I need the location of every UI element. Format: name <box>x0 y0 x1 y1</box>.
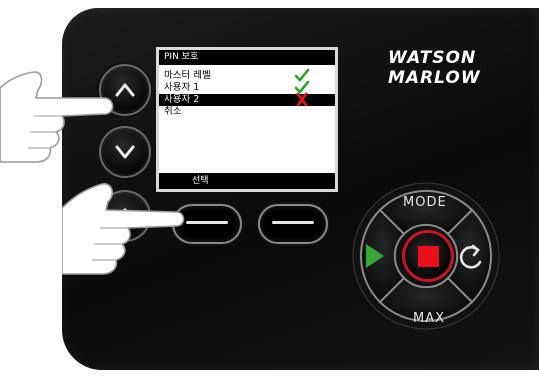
stop-icon <box>418 246 439 267</box>
menu-item-label: 취소 <box>164 106 182 117</box>
max-button[interactable]: MAX <box>413 311 445 326</box>
menu-item-label: 사용자 1 <box>164 82 200 93</box>
stop-button[interactable] <box>402 230 454 282</box>
pointing-hand-icon <box>0 71 114 163</box>
menu-item-label: 사용자 2 <box>164 94 200 105</box>
menu-item-label: 마스터 레벨 <box>164 70 211 81</box>
logo-line-2: MARLOW <box>388 68 481 88</box>
menu-item-user-2[interactable]: 사용자 2 <box>159 92 335 106</box>
logo-line-1: WATSON <box>388 48 477 68</box>
lcd-screen: PIN 보호 마스터 레벨 사용자 1 사용자 2 취소 선택 <box>156 47 338 192</box>
menu-list: 마스터 레벨 사용자 1 사용자 2 취소 <box>159 68 335 118</box>
watson-marlow-logo: WATSON MARLOW <box>388 48 500 88</box>
mode-button[interactable]: MODE <box>403 195 447 210</box>
soft-key-right[interactable] <box>258 204 328 244</box>
softkey-label-select: 선택 <box>192 176 209 186</box>
screen-title: PIN 보호 <box>159 50 335 65</box>
menu-item-cancel[interactable]: 취소 <box>159 106 335 118</box>
pointing-hand-icon <box>62 183 185 275</box>
cross-icon <box>296 92 308 106</box>
